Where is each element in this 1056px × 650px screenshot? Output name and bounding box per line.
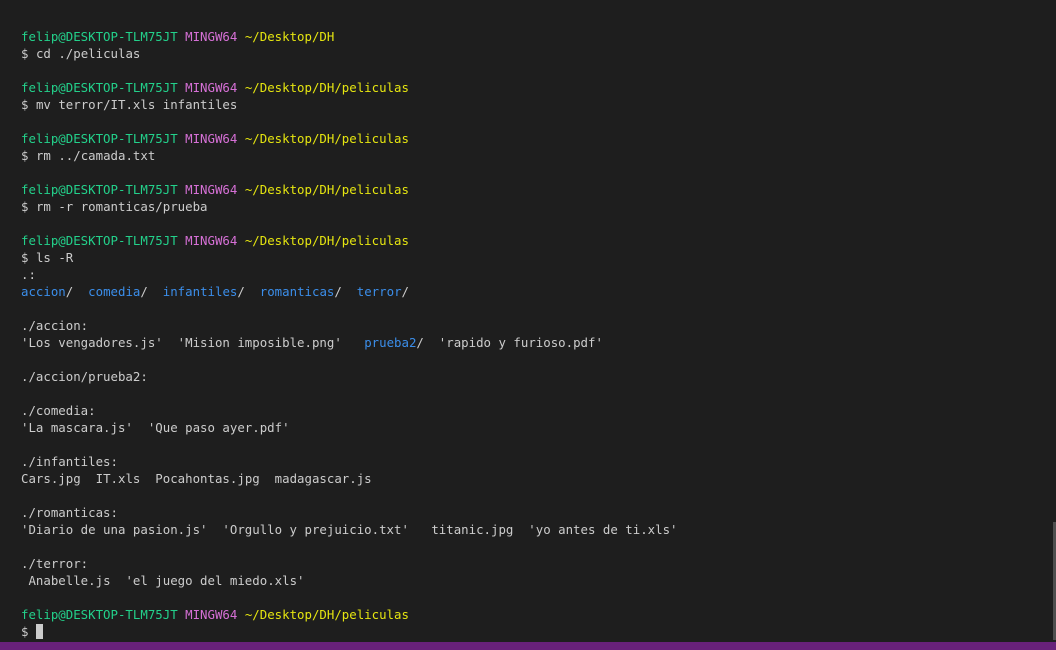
prompt-system: MINGW64 [185, 233, 238, 248]
file-entry: titanic.jpg [431, 522, 514, 537]
prompt-line: felip@DESKTOP-TLM75JT MINGW64 ~/Desktop/… [21, 79, 1056, 96]
file-entry: 'Orgullo y prejuicio.txt' [222, 522, 409, 537]
prompt-system: MINGW64 [185, 29, 238, 44]
prompt-line: felip@DESKTOP-TLM75JT MINGW64 ~/Desktop/… [21, 181, 1056, 198]
prompt-symbol: $ [21, 46, 29, 61]
terminal-output[interactable]: felip@DESKTOP-TLM75JT MINGW64 ~/Desktop/… [0, 0, 1056, 642]
terror-file-list: Anabelle.js 'el juego del miedo.xls' [21, 572, 1056, 589]
file-entry: Cars.jpg [21, 471, 81, 486]
prompt-system: MINGW64 [185, 182, 238, 197]
comedia-file-list: 'La mascara.js' 'Que paso ayer.pdf' [21, 419, 1056, 436]
file-entry: madagascar.js [274, 471, 372, 486]
file-entry: 'yo antes de ti.xls' [528, 522, 678, 537]
command-text: rm ../camada.txt [35, 148, 156, 163]
prompt-line: felip@DESKTOP-TLM75JT MINGW64 ~/Desktop/… [21, 130, 1056, 147]
command-text: rm -r romanticas/prueba [35, 199, 208, 214]
prompt-user: felip@DESKTOP-TLM75JT [21, 607, 178, 622]
prompt-system: MINGW64 [185, 131, 238, 146]
file-entry: IT.xls [95, 471, 141, 486]
prompt-path: ~/Desktop/DH/peliculas [244, 182, 409, 197]
prompt-system: MINGW64 [185, 607, 238, 622]
command-line: $ ls -R [21, 249, 1056, 266]
command-line: $ rm ../camada.txt [21, 147, 1056, 164]
prompt-line: felip@DESKTOP-TLM75JT MINGW64 ~/Desktop/… [21, 606, 1056, 623]
prompt-user: felip@DESKTOP-TLM75JT [21, 80, 178, 95]
prompt-user: felip@DESKTOP-TLM75JT [21, 131, 178, 146]
dir-romanticas: romanticas [259, 284, 335, 299]
root-directory-list: accion/ comedia/ infantiles/ romanticas/… [21, 284, 409, 299]
prompt-path: ~/Desktop/DH/peliculas [244, 233, 409, 248]
dir-infantiles: infantiles [162, 284, 238, 299]
listing-header-romanticas: ./romanticas: [21, 505, 118, 520]
file-entry: 'Mision imposible.png' [177, 335, 342, 350]
infantiles-file-list: Cars.jpg IT.xls Pocahontas.jpg madagasca… [21, 470, 1056, 487]
dir-prueba2: prueba2 [364, 335, 417, 350]
command-text: mv terror/IT.xls infantiles [35, 97, 238, 112]
input-line[interactable]: $ [21, 623, 1056, 640]
prompt-line: felip@DESKTOP-TLM75JT MINGW64 ~/Desktop/… [21, 232, 1056, 249]
file-entry: 'rapido y furioso.pdf' [438, 335, 603, 350]
listing-header-comedia: ./comedia: [21, 403, 96, 418]
prompt-user: felip@DESKTOP-TLM75JT [21, 233, 178, 248]
prompt-symbol: $ [21, 148, 29, 163]
prompt-line: felip@DESKTOP-TLM75JT MINGW64 ~/Desktop/… [21, 28, 1056, 45]
prompt-symbol: $ [21, 624, 29, 639]
status-bar [0, 642, 1056, 650]
listing-header-infantiles: ./infantiles: [21, 454, 118, 469]
listing-header-terror: ./terror: [21, 556, 89, 571]
command-text: ls -R [35, 250, 74, 265]
dir-accion: accion [21, 284, 66, 299]
prompt-system: MINGW64 [185, 80, 238, 95]
dir-terror: terror [356, 284, 402, 299]
file-entry: Pocahontas.jpg [155, 471, 260, 486]
command-line: $ mv terror/IT.xls infantiles [21, 96, 1056, 113]
prompt-path: ~/Desktop/DH/peliculas [244, 131, 409, 146]
file-entry: 'La mascara.js' [21, 420, 133, 435]
file-entry: 'el juego del miedo.xls' [125, 573, 305, 588]
prompt-user: felip@DESKTOP-TLM75JT [21, 182, 178, 197]
file-entry: Anabelle.js [28, 573, 111, 588]
prompt-symbol: $ [21, 97, 29, 112]
prompt-symbol: $ [21, 199, 29, 214]
romanticas-file-list: 'Diario de una pasion.js' 'Orgullo y pre… [21, 521, 1056, 538]
command-text: cd ./peliculas [35, 46, 141, 61]
prompt-path: ~/Desktop/DH/peliculas [244, 607, 409, 622]
dir-comedia: comedia [88, 284, 141, 299]
prompt-user: felip@DESKTOP-TLM75JT [21, 29, 178, 44]
file-entry: 'Diario de una pasion.js' [21, 522, 208, 537]
prompt-path: ~/Desktop/DH [244, 29, 335, 44]
accion-file-list: 'Los vengadores.js' 'Mision imposible.pn… [21, 335, 603, 350]
file-entry: 'Los vengadores.js' [21, 335, 163, 350]
command-line: $ rm -r romanticas/prueba [21, 198, 1056, 215]
prompt-path: ~/Desktop/DH/peliculas [244, 80, 409, 95]
listing-header-root: .: [21, 267, 36, 282]
command-line: $ cd ./peliculas [21, 45, 1056, 62]
listing-header-prueba2: ./accion/prueba2: [21, 369, 148, 384]
prompt-symbol: $ [21, 250, 29, 265]
text-cursor [35, 624, 43, 639]
listing-header-accion: ./accion: [21, 318, 89, 333]
file-entry: 'Que paso ayer.pdf' [147, 420, 290, 435]
